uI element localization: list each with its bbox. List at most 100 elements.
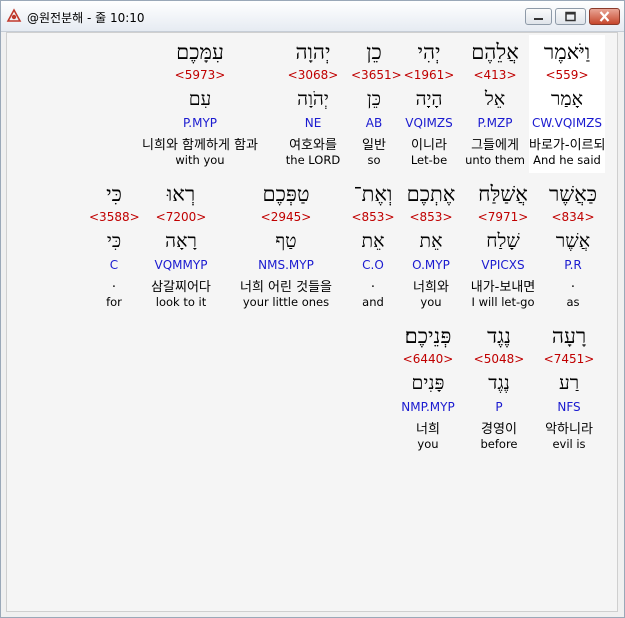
word-block[interactable]: אֶתְכֶם <853> אֵת O.MYP 너희와 you: [397, 177, 465, 315]
english-gloss: look to it: [155, 295, 207, 309]
korean-gloss: .: [570, 276, 576, 291]
korean-gloss: .: [111, 276, 117, 291]
hebrew-root: הָיָה: [415, 88, 443, 110]
maximize-button[interactable]: [555, 8, 586, 25]
word-block[interactable]: כֵן <3651> כֵּן AB 일반 so: [351, 35, 402, 173]
korean-gloss: 여호와를: [289, 138, 337, 153]
english-gloss: the LORD: [285, 153, 341, 167]
hebrew-root: טַף: [275, 230, 297, 252]
hebrew-word: כִּי: [106, 182, 122, 206]
parsing-code: NMS.MYP: [258, 258, 314, 272]
word-block[interactable]: כַּאֲשֶׁר <834> אֲשֶׁר P.R. as: [541, 177, 605, 315]
word-block[interactable]: וַיֹּאמֶר <559> אָמַר CW.VQIMZS 바로가-이르되 And h…: [529, 35, 605, 173]
strong-number: <3651>: [351, 68, 402, 82]
minimize-button[interactable]: [525, 8, 552, 25]
parsing-code: P.MYP: [182, 116, 218, 130]
hebrew-root: אֵל: [484, 88, 506, 110]
parsing-code: O.MYP: [412, 258, 450, 272]
hebrew-root: עִם: [188, 88, 212, 110]
english-gloss: you: [420, 295, 442, 309]
parsing-code: C: [109, 258, 119, 272]
strong-number: <3068>: [287, 68, 339, 82]
parsing-code: NMP.MYP: [401, 400, 455, 414]
interlinear-view[interactable]: וַיֹּאמֶר <559> אָמַר CW.VQIMZS 바로가-이르되 And h…: [6, 32, 618, 612]
word-block[interactable]: עִמָּכֶם <5973> עִם P.MYP 니희와 함께하게 함과 with yo…: [125, 35, 275, 173]
hebrew-root: רָאָה: [165, 230, 197, 252]
parsing-code: P.R: [564, 258, 582, 272]
strong-number: <853>: [409, 210, 453, 224]
english-gloss: Let-be: [410, 153, 448, 167]
strong-number: <413>: [473, 68, 517, 82]
hebrew-root: אֵת: [361, 230, 385, 252]
hebrew-word: טַפְּכֶם: [262, 182, 310, 206]
parsing-code: P.MZP: [477, 116, 513, 130]
english-gloss: your little ones: [242, 295, 330, 309]
strong-number: <7200>: [155, 210, 207, 224]
maximize-icon: [565, 11, 576, 22]
korean-gloss: 바로가-이르되: [529, 138, 606, 153]
word-block[interactable]: אֲשַׁלַּח <7971> שָׁלַח VPICXS 내가-보내면 I will …: [465, 177, 541, 315]
english-gloss: I will let-go: [471, 295, 535, 309]
word-block[interactable]: פְּנֵיכֶם׃ <6440> פָּנִים NMP.MYP 너희 you: [391, 319, 465, 457]
window-title: @원전분해 - 줄 10:10: [27, 11, 145, 25]
korean-gloss: 경영이: [481, 422, 517, 437]
hebrew-root: רַע: [558, 372, 580, 394]
korean-gloss: 이니라: [411, 138, 447, 153]
strong-number: <853>: [351, 210, 395, 224]
korean-gloss: 일반: [362, 138, 386, 153]
strong-number: <559>: [545, 68, 589, 82]
word-block[interactable]: יְהִי <1961> הָיָה VQIMZS 이니라 Let-be: [397, 35, 461, 173]
parsing-code: AB: [365, 116, 383, 130]
korean-gloss: 삼갈찌어다: [151, 280, 211, 295]
hebrew-word: אֶתְכֶם: [406, 182, 456, 206]
hebrew-word: יְהִי: [417, 40, 441, 64]
hebrew-word: רְאוּ: [166, 182, 196, 206]
parsing-code: VQMMYP: [154, 258, 208, 272]
word-block[interactable]: נֶגֶד <5048> נֶגֶד P 경영이 before: [465, 319, 533, 457]
title-bar[interactable]: @원전분해 - 줄 10:10: [1, 1, 624, 32]
minimize-icon: [534, 18, 543, 20]
parsing-code: C.O: [362, 258, 384, 272]
english-gloss: evil is: [552, 437, 586, 451]
english-gloss: you: [417, 437, 439, 451]
hebrew-root: כִּי: [106, 230, 122, 252]
korean-gloss: 너희: [416, 422, 440, 437]
parsing-code: NE: [304, 116, 322, 130]
korean-gloss: 악하니라: [545, 422, 593, 437]
strong-number: <2945>: [260, 210, 312, 224]
hebrew-root: פָּנִים: [411, 372, 445, 394]
hebrew-word: יְהוָה: [295, 40, 331, 64]
word-block[interactable]: רָעָה <7451> רַע NFS 악하니라 evil is: [533, 319, 605, 457]
english-gloss: as: [566, 295, 580, 309]
korean-gloss: 내가-보내면: [470, 280, 536, 295]
word-block[interactable]: יְהוָה <3068> יְהֹוָה NE 여호와를 the LORD: [275, 35, 351, 173]
hebrew-root: נֶגֶד: [488, 372, 510, 394]
english-gloss: And he said: [533, 153, 601, 167]
parsing-code: P: [495, 400, 503, 414]
word-block[interactable]: רְאוּ <7200> רָאָה VQMMYP 삼갈찌어다 look to it: [139, 177, 223, 315]
hebrew-word: פְּנֵיכֶם׃: [404, 324, 452, 348]
english-gloss: before: [480, 437, 518, 451]
strong-number: <6440>: [402, 352, 454, 366]
close-icon: [599, 11, 610, 22]
hebrew-root: שָׁלַח: [486, 230, 520, 252]
korean-gloss: 너희와: [413, 280, 449, 295]
english-gloss: with you: [175, 153, 225, 167]
word-block[interactable]: וְאֶת־ <853> אֵת C.O. and: [349, 177, 397, 315]
app-window: @원전분해 - 줄 10:10 וַיֹּאמֶר <559> אָמַר CW.VQ…: [0, 0, 625, 618]
english-gloss: and: [362, 295, 384, 309]
korean-gloss: .: [370, 276, 376, 291]
hebrew-word: כֵן: [366, 40, 382, 64]
parsing-code: NFS: [557, 400, 581, 414]
hebrew-word: כַּאֲשֶׁר: [548, 182, 598, 206]
hebrew-word: אֲשַׁלַּח: [478, 182, 528, 206]
close-button[interactable]: [589, 8, 620, 25]
korean-gloss: 니희와 함께하게 함과: [142, 138, 258, 153]
parsing-code: CW.VQIMZS: [531, 116, 603, 130]
korean-gloss: 그들에게: [471, 138, 519, 153]
word-block[interactable]: אֲלֵהֶם <413> אֵל P.MZP 그들에게 unto them: [461, 35, 529, 173]
parsing-code: VQIMZS: [405, 116, 453, 130]
word-block[interactable]: כִּי <3588> כִּי C. for: [89, 177, 140, 315]
hebrew-word: עִמָּכֶם: [176, 40, 224, 64]
word-block[interactable]: טַפְּכֶם <2945> טַף NMS.MYP 너희 어린 것들을 your li…: [223, 177, 349, 315]
